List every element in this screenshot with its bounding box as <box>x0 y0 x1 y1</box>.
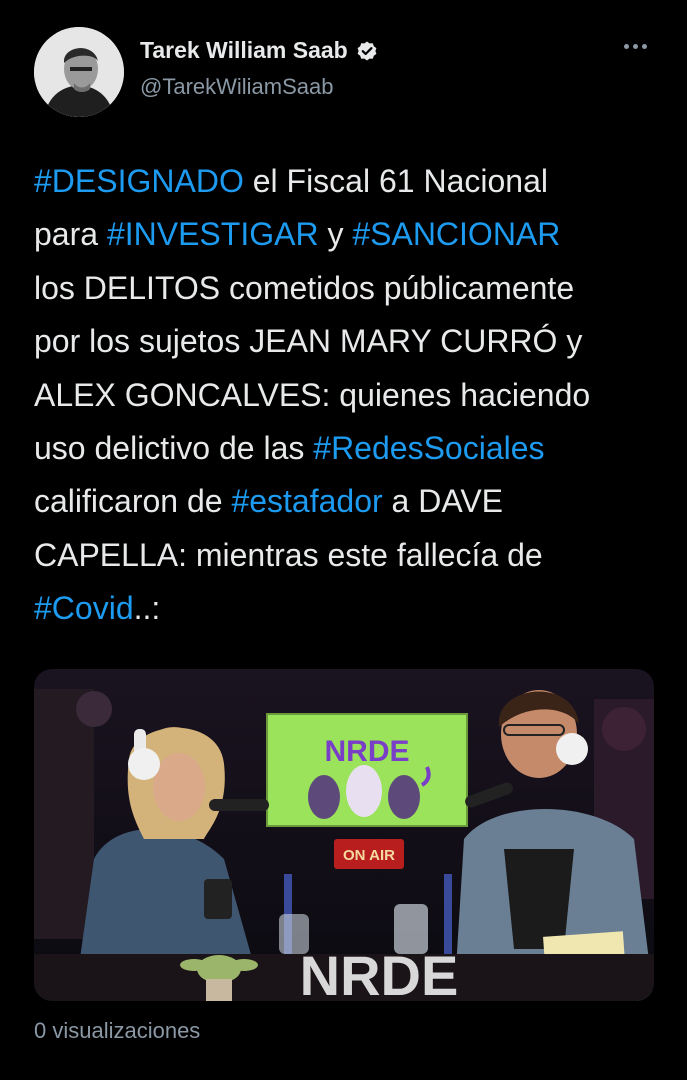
verified-badge-icon <box>357 41 377 60</box>
tweet-text-segment: los DELITOS cometidos públicamente <box>34 269 575 306</box>
on-air-sign: ON AIR <box>343 847 395 864</box>
tweet-text: #DESIGNADO el Fiscal 61 Nacional para #IN… <box>34 155 659 636</box>
hashtag-link[interactable]: #RedesSociales <box>313 430 544 466</box>
tweet-text-segment: para <box>34 216 107 253</box>
view-count: 0 visualizaciones <box>34 1018 201 1043</box>
hashtag-link[interactable]: #Covid <box>34 590 134 626</box>
screen-logo: NRDE <box>324 735 409 768</box>
tweet-text-segment: ALEX GONCALVES: quienes haciendo <box>34 376 591 413</box>
tweet-media-video[interactable]: NRDE ON AIR NRDE <box>34 669 654 1001</box>
tweet-text-segment: ..: <box>133 590 161 627</box>
tweet-line: CAPELLA: mientras este fallecía de <box>34 529 659 582</box>
tweet-line: uso delictivo de las #RedesSociales <box>34 422 659 475</box>
tweet-text-segment: a DAVE <box>382 483 503 520</box>
tweet-line: los DELITOS cometidos públicamente <box>34 262 659 315</box>
tweet-line: calificaron de #estafador a DAVE <box>34 475 659 528</box>
tweet-line: #DESIGNADO el Fiscal 61 Nacional <box>34 155 659 208</box>
tweet-text-segment: por los sujetos JEAN MARY CURRÓ y <box>34 323 583 360</box>
more-options-icon[interactable] <box>624 36 654 56</box>
desk-logo: NRDE <box>300 944 459 1001</box>
tweet-text-segment: uso delictivo de las <box>34 430 314 467</box>
tweet-line: por los sujetos JEAN MARY CURRÓ y <box>34 315 659 368</box>
tweet-text-segment: calificaron de <box>34 483 232 520</box>
avatar[interactable] <box>34 27 124 117</box>
tweet-line: #Covid..: <box>34 582 659 635</box>
hashtag-link[interactable]: #INVESTIGAR <box>107 216 319 252</box>
video-thumbnail: NRDE ON AIR NRDE <box>34 669 654 1001</box>
tweet-text-segment: y <box>318 216 353 253</box>
tweet-line: para #INVESTIGAR y #SANCIONAR <box>34 208 659 261</box>
hashtag-link[interactable]: #SANCIONAR <box>352 216 560 252</box>
author-handle[interactable]: @TarekWiliamSaab <box>140 74 334 100</box>
tweet-line: ALEX GONCALVES: quienes haciendo <box>34 369 659 422</box>
tweet-text-segment: el Fiscal 61 Nacional <box>243 163 548 199</box>
hashtag-link[interactable]: #estafador <box>231 483 382 519</box>
author-name[interactable]: Tarek William Saab <box>140 37 348 64</box>
avatar-photo <box>34 27 124 117</box>
hashtag-link[interactable]: #DESIGNADO <box>34 163 244 199</box>
tweet-text-segment: CAPELLA: mientras este fallecía de <box>34 536 543 573</box>
